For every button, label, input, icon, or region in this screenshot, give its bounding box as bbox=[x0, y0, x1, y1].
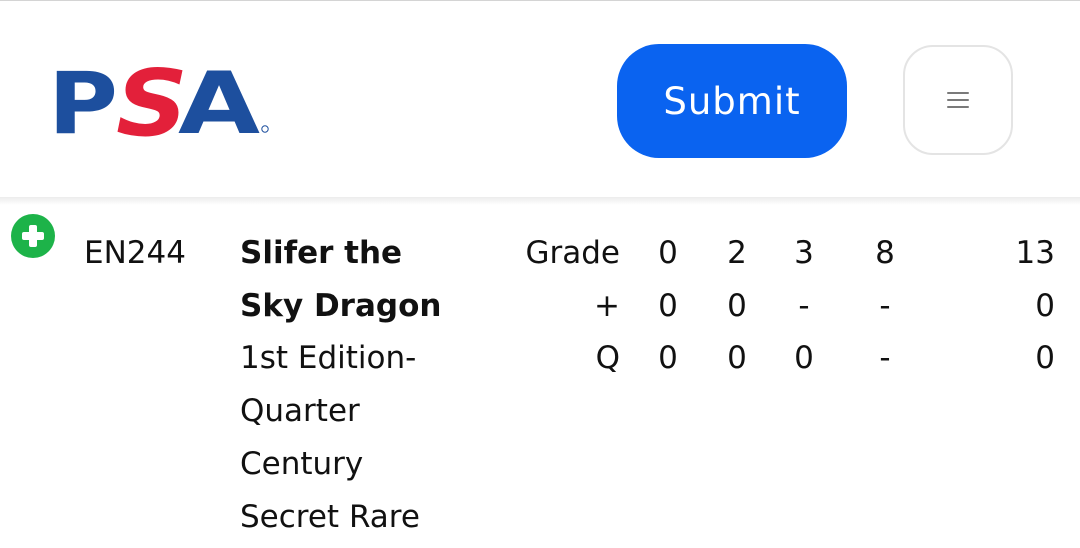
pop-cell: 0 bbox=[727, 288, 747, 324]
card-variant: 1st Edition- Quarter Century Secret Rare bbox=[240, 332, 420, 544]
pop-cell: 0 bbox=[658, 340, 678, 376]
card-name[interactable]: Slifer the Sky Dragon bbox=[240, 227, 441, 333]
menu-button[interactable] bbox=[903, 45, 1013, 155]
svg-text:P: P bbox=[48, 61, 118, 141]
hamburger-menu-icon bbox=[947, 92, 969, 108]
card-name-line: Sky Dragon bbox=[240, 288, 442, 324]
pop-cell: - bbox=[798, 288, 810, 324]
svg-text:S: S bbox=[116, 61, 188, 141]
variant-line: Quarter bbox=[240, 393, 360, 429]
site-header: P A S Submit bbox=[0, 1, 1080, 197]
pop-cell: 3 bbox=[794, 235, 814, 271]
pop-cell: 0 bbox=[1035, 288, 1055, 324]
pop-cell: 8 bbox=[875, 235, 895, 271]
pop-cell: 0 bbox=[794, 340, 814, 376]
row-label: Q bbox=[595, 340, 620, 376]
pop-cell: 0 bbox=[727, 340, 747, 376]
set-code: EN244 bbox=[84, 235, 186, 271]
psa-logo[interactable]: P A S bbox=[48, 61, 276, 141]
plus-circle-icon[interactable] bbox=[10, 213, 56, 259]
pop-cell: 2 bbox=[727, 235, 747, 271]
pop-cell: - bbox=[879, 288, 891, 324]
variant-line: Century bbox=[240, 446, 364, 482]
variant-line: Secret Rare bbox=[240, 499, 420, 535]
row-label: Grade bbox=[525, 235, 620, 271]
pop-cell: 0 bbox=[658, 235, 678, 271]
submit-button[interactable]: Submit bbox=[617, 44, 847, 158]
header-shadow bbox=[0, 197, 1080, 205]
row-label: + bbox=[594, 288, 620, 324]
pop-cell: - bbox=[879, 340, 891, 376]
svg-text:A: A bbox=[178, 61, 261, 141]
pop-cell: 0 bbox=[1035, 340, 1055, 376]
pop-cell: 13 bbox=[1015, 235, 1055, 271]
card-name-line: Slifer the bbox=[240, 235, 403, 271]
variant-line: 1st Edition- bbox=[240, 340, 417, 376]
pop-cell: 0 bbox=[658, 288, 678, 324]
